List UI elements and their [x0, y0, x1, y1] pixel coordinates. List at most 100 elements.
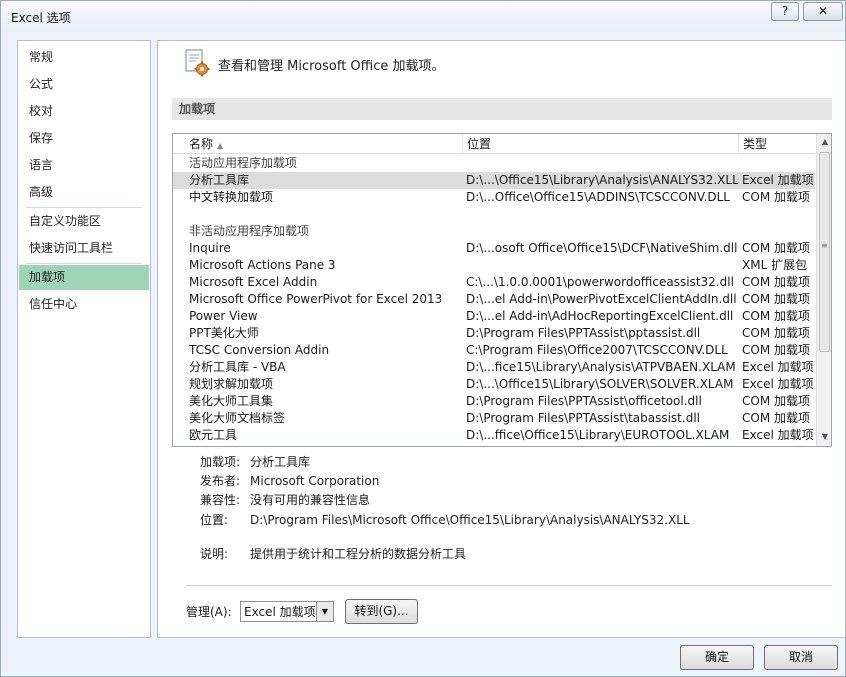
detail-compat-label: 兼容性:: [200, 493, 241, 507]
addin-type: COM 加载项: [742, 275, 810, 289]
nav-item-general[interactable]: 常规: [19, 45, 149, 70]
addin-type: Excel 加载项: [742, 173, 814, 187]
addin-location: D:\...\Office15\Library\SOLVER\SOLVER.XL…: [466, 377, 734, 391]
column-header-name[interactable]: 名称 ▲: [185, 134, 463, 154]
addin-name: Power View: [189, 309, 258, 323]
table-row[interactable]: 分析工具库 D:\...\Office15\Library\Analysis\A…: [173, 172, 815, 189]
addin-name: Inquire: [189, 241, 231, 255]
addin-name: 欧元工具: [189, 428, 238, 442]
table-row[interactable]: 分析工具库 - VBA D:\...fice15\Library\Analysi…: [173, 359, 815, 376]
table-row[interactable]: Microsoft Actions Pane 3 XML 扩展包: [173, 257, 815, 274]
detail-addin-label: 加载项:: [200, 455, 241, 469]
addin-location: D:\...\Office15\Library\Analysis\ANALYS3…: [466, 173, 738, 187]
table-row[interactable]: TCSC Conversion Addin C:\Program Files\O…: [173, 342, 815, 359]
nav-item-addins[interactable]: 加载项: [19, 265, 149, 290]
column-header-location[interactable]: 位置: [463, 134, 739, 154]
table-row[interactable]: Inquire D:\...osoft Office\Office15\DCF\…: [173, 240, 815, 257]
nav-item-language[interactable]: 语言: [19, 153, 149, 178]
addin-type: Excel 加载项: [742, 360, 814, 374]
addin-location: D:\...Office\Office15\ADDINS\TCSCCONV.DL…: [466, 190, 730, 204]
nav-divider: [26, 263, 142, 264]
detail-desc-value: 提供用于统计和工程分析的数据分析工具: [250, 547, 467, 561]
addin-name: 规划求解加载项: [189, 377, 274, 391]
close-button[interactable]: ✕: [803, 2, 843, 21]
manage-label: 管理(A):: [186, 605, 232, 619]
addin-type: COM 加载项: [742, 394, 810, 408]
addin-type: COM 加载项: [742, 343, 810, 357]
goto-button[interactable]: 转到(G)...: [345, 599, 418, 624]
title-bar[interactable]: Excel 选项 ? ✕: [1, 1, 845, 32]
divider: [186, 585, 832, 586]
excel-options-dialog: Excel 选项 ? ✕ 常规 公式 校对 保存 语言 高级 自定义功能区 快速…: [0, 0, 846, 677]
help-button[interactable]: ?: [771, 2, 799, 21]
addin-type: COM 加载项: [742, 292, 810, 306]
column-header-type[interactable]: 类型: [739, 134, 815, 154]
nav-divider: [26, 207, 142, 208]
addin-location: D:\...ffice\Office15\Library\EUROTOOL.XL…: [466, 428, 730, 442]
nav-item-formulas[interactable]: 公式: [19, 72, 149, 97]
addin-location: D:\...osoft Office\Office15\DCF\NativeSh…: [466, 241, 738, 255]
sort-ascending-icon: ▲: [217, 141, 224, 150]
detail-addin-value: 分析工具库: [250, 455, 311, 469]
thumb-grip-icon: ≡: [821, 241, 828, 250]
addin-name: Microsoft Actions Pane 3: [189, 258, 336, 272]
nav-item-trust-center[interactable]: 信任中心: [19, 292, 149, 317]
addin-name: 美化大师文档标签: [189, 411, 286, 425]
nav-item-customize-ribbon[interactable]: 自定义功能区: [19, 209, 149, 234]
addin-details: 加载项: 分析工具库 发布者: Microsoft Corporation 兼容…: [158, 453, 838, 573]
table-row[interactable]: 规划求解加载项 D:\...\Office15\Library\SOLVER\S…: [173, 376, 815, 393]
nav-item-save[interactable]: 保存: [19, 126, 149, 151]
panel-heading: 查看和管理 Microsoft Office 加载项。: [218, 59, 445, 74]
addin-location: C:\Program Files\Office2007\TCSCCONV.DLL: [466, 343, 728, 357]
chevron-down-icon[interactable]: ▼: [316, 602, 333, 621]
nav-item-proofing[interactable]: 校对: [19, 99, 149, 124]
addin-type: XML 扩展包: [742, 258, 808, 272]
table-row[interactable]: 欧元工具 D:\...ffice\Office15\Library\EUROTO…: [173, 427, 815, 444]
section-title: 加载项: [172, 98, 832, 120]
list-header: 名称 ▲ 位置 类型: [173, 134, 815, 154]
vertical-scrollbar[interactable]: ▲ ≡ ▼: [816, 134, 831, 446]
addins-gear-icon: [185, 49, 210, 77]
addin-name: 分析工具库 - VBA: [189, 360, 286, 374]
nav-item-quick-access-toolbar[interactable]: 快速访问工具栏: [19, 236, 149, 261]
window-title: Excel 选项: [11, 11, 71, 25]
detail-location-label: 位置:: [200, 513, 229, 527]
addins-panel: 查看和管理 Microsoft Office 加载项。 加载项 名称 ▲ 位置 类…: [157, 40, 846, 638]
addin-location: D:\Program Files\PPTAssist\tabassist.dll: [466, 411, 700, 425]
manage-select[interactable]: Excel 加载项 ▼: [240, 601, 334, 622]
dialog-client: 常规 公式 校对 保存 语言 高级 自定义功能区 快速访问工具栏 加载项 信任中…: [9, 32, 846, 638]
scrollbar-thumb[interactable]: ≡: [819, 152, 830, 352]
addin-type: COM 加载项: [742, 241, 810, 255]
addin-type: COM 加载项: [742, 190, 810, 204]
scroll-down-icon[interactable]: ▼: [817, 429, 831, 445]
cancel-button[interactable]: 取消: [764, 645, 838, 670]
group-label-active: 活动应用程序加载项: [189, 156, 298, 170]
table-row[interactable]: Power View D:\...el Add-in\AdHocReportin…: [173, 308, 815, 325]
table-row[interactable]: Microsoft Office PowerPivot for Excel 20…: [173, 291, 815, 308]
ok-button[interactable]: 确定: [680, 645, 754, 670]
addin-location: D:\Program Files\PPTAssist\officetool.dl…: [466, 394, 702, 408]
table-row[interactable]: PPT美化大师 D:\Program Files\PPTAssist\pptas…: [173, 325, 815, 342]
addin-name: Microsoft Office PowerPivot for Excel 20…: [189, 292, 443, 306]
addin-name: 中文转换加载项: [189, 190, 274, 204]
addin-name: PPT美化大师: [189, 326, 259, 340]
addins-list[interactable]: 名称 ▲ 位置 类型 活动应用程序加载项 分析工具库 D:\...\Office1…: [172, 133, 832, 447]
addin-location: D:\...el Add-in\PowerPivotExcelClientAdd…: [466, 292, 737, 306]
scroll-up-icon[interactable]: ▲: [817, 134, 831, 150]
group-label-inactive: 非活动应用程序加载项: [189, 224, 310, 238]
addin-location: D:\...fice15\Library\Analysis\ATPVBAEN.X…: [466, 360, 736, 374]
addin-type: COM 加载项: [742, 309, 810, 323]
addin-type: COM 加载项: [742, 411, 810, 425]
table-row[interactable]: 中文转换加载项 D:\...Office\Office15\ADDINS\TCS…: [173, 189, 815, 206]
category-nav: 常规 公式 校对 保存 语言 高级 自定义功能区 快速访问工具栏 加载项 信任中…: [17, 40, 151, 638]
nav-item-advanced[interactable]: 高级: [19, 180, 149, 205]
table-row[interactable]: Microsoft Excel Addin C:\...\1.0.0.0001\…: [173, 274, 815, 291]
addin-type: COM 加载项: [742, 326, 810, 340]
column-name-label: 名称: [189, 137, 214, 151]
table-row[interactable]: 美化大师工具集 D:\Program Files\PPTAssist\offic…: [173, 393, 815, 410]
table-row[interactable]: 美化大师文档标签 D:\Program Files\PPTAssist\taba…: [173, 410, 815, 427]
addin-location: D:\Program Files\PPTAssist\pptassist.dll: [466, 326, 701, 340]
addin-name: 分析工具库: [189, 173, 250, 187]
detail-desc-label: 说明:: [200, 547, 229, 561]
addin-type: Excel 加载项: [742, 377, 814, 391]
